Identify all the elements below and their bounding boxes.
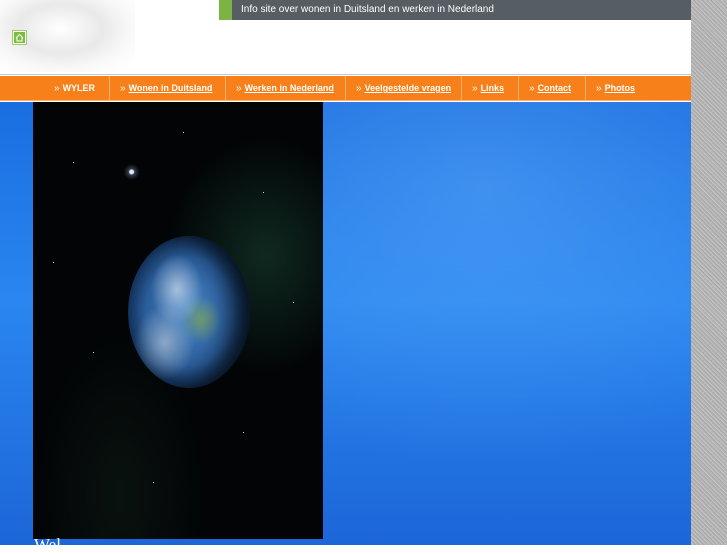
main-nav: » WYLER » Wonen in Duitsland » Werken in Ne… [0, 76, 691, 101]
star [53, 262, 54, 263]
nav-item-wyler[interactable]: » WYLER [44, 76, 109, 100]
nav-item-werken-in-nederland[interactable]: » Werken in Nederland [225, 76, 345, 100]
nav-item-wonen-in-duitsland[interactable]: » Wonen in Duitsland [109, 76, 225, 100]
star [293, 302, 294, 303]
tagline-text: Info site over wonen in Duitsland en wer… [241, 4, 494, 15]
star [153, 482, 154, 483]
nav-arrow-icon: » [529, 83, 535, 94]
tagline-bar: Info site over wonen in Duitsland en wer… [219, 0, 691, 20]
nav-arrow-icon: » [472, 83, 478, 94]
earth-from-space-image [33, 102, 323, 539]
earth-globe [128, 236, 250, 388]
nav-item-veelgestelde-vragen[interactable]: » Veelgestelde vragen [345, 76, 461, 100]
nav-arrow-icon: » [120, 83, 126, 94]
tagline-accent [219, 0, 232, 20]
nav-item-contact[interactable]: » Contact [518, 76, 585, 100]
welcome-heading: Wel [34, 535, 61, 554]
nav-item-photos[interactable]: » Photos [585, 76, 691, 100]
star [93, 352, 94, 353]
header-divider [0, 74, 691, 75]
star [243, 432, 244, 433]
nav-arrow-icon: » [356, 83, 362, 94]
page: Info site over wonen in Duitsland en wer… [0, 0, 691, 553]
nav-arrow-icon: » [54, 83, 60, 94]
nav-item-links[interactable]: » Links [461, 76, 518, 100]
nav-arrow-icon: » [596, 83, 602, 94]
star [73, 162, 74, 163]
home-icon[interactable] [13, 31, 26, 44]
star [263, 192, 264, 193]
nav-arrow-icon: » [236, 83, 242, 94]
scrollbar-area [691, 0, 727, 545]
star [183, 132, 184, 133]
